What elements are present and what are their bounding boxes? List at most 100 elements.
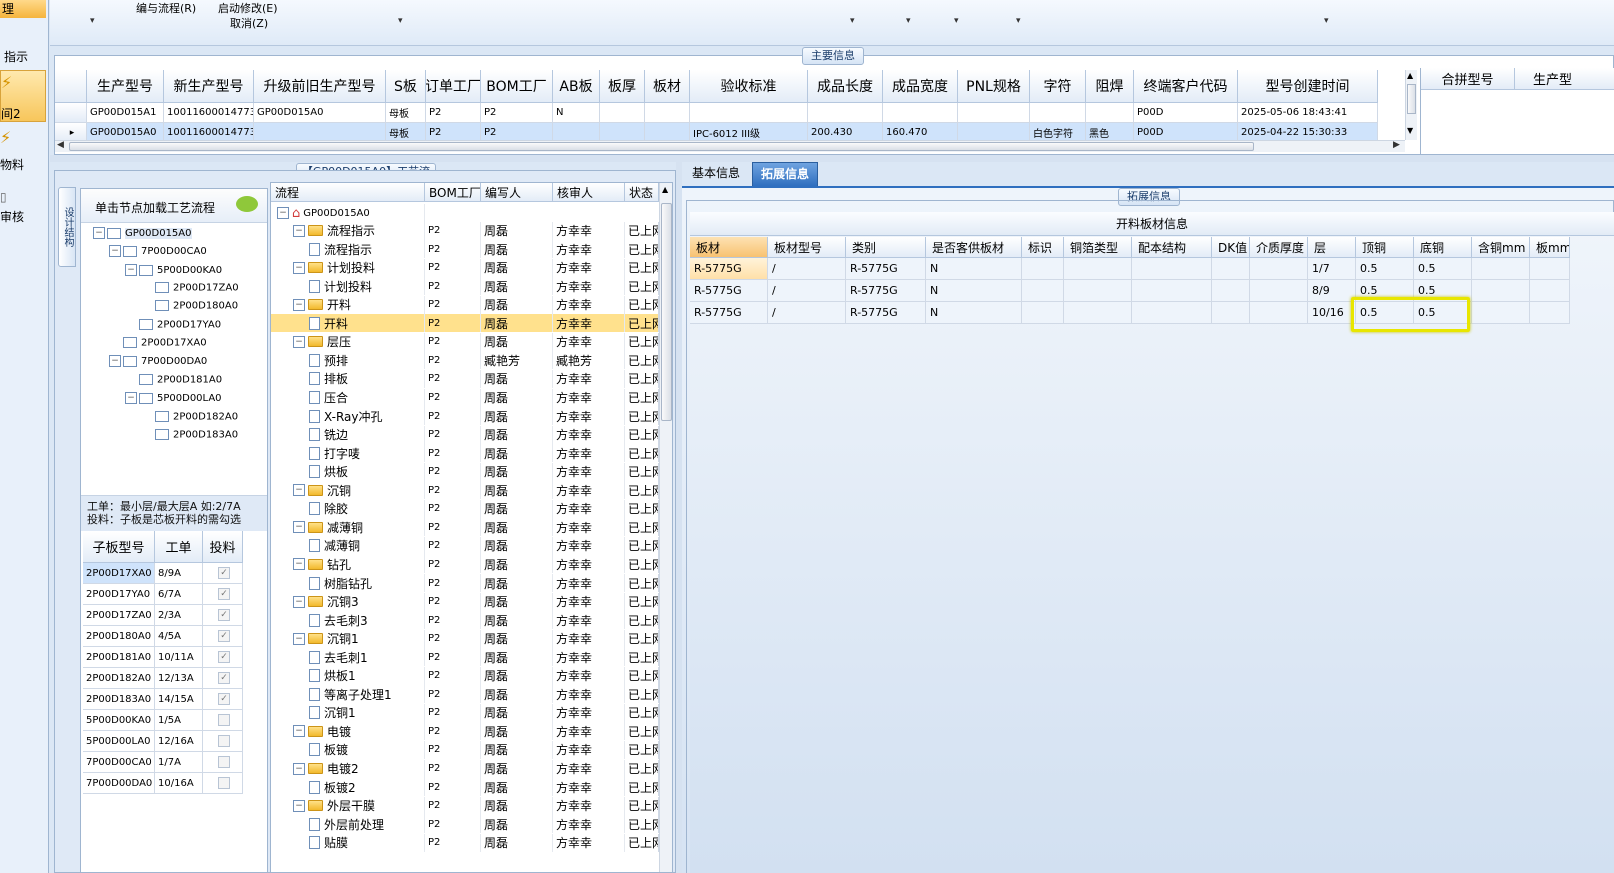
tab-extended-info[interactable]: 拓展信息 [752, 162, 818, 186]
flow-row[interactable]: 贴膜 P2周磊方幸幸已上网 [271, 833, 659, 852]
flow-vscroll[interactable]: ▲ [659, 183, 672, 872]
sub-board-row[interactable]: 2P00D183A0 14/15A ✓ [83, 689, 243, 710]
flow-col-header-1[interactable]: BOM工厂 [425, 183, 481, 202]
ext-col-header-8[interactable]: 介质厚度 [1250, 237, 1308, 258]
flow-row[interactable]: 板镀 P2周磊方幸幸已上网 [271, 740, 659, 759]
flow-row[interactable]: − 流程指示 P2周磊方幸幸已上网 [271, 221, 659, 240]
scroll-right-icon[interactable]: ▶ [1393, 140, 1400, 150]
ext-col-header-4[interactable]: 标识 [1022, 237, 1064, 258]
flow-row[interactable]: 外层前处理 P2周磊方幸幸已上网 [271, 815, 659, 834]
sub-col-header-0[interactable]: 子板型号 [83, 531, 155, 563]
col-header-14[interactable]: 阻焊 [1086, 70, 1134, 103]
expand-icon[interactable]: − [109, 355, 121, 367]
col-header-12[interactable]: PNL规格 [958, 70, 1030, 103]
sub-board-row[interactable]: 7P00D00DA0 10/16A [83, 773, 243, 794]
flow-row[interactable]: 减薄铜 P2周磊方幸幸已上网 [271, 536, 659, 555]
sub-board-row[interactable]: 2P00D17ZA0 2/3A ✓ [83, 605, 243, 626]
feed-checkbox[interactable]: ✓ [218, 630, 230, 642]
chat-bubble-icon[interactable] [236, 196, 258, 212]
flow-row[interactable]: 等离子处理1 P2周磊方幸幸已上网 [271, 685, 659, 704]
col-header-16[interactable]: 型号创建时间 [1238, 70, 1378, 103]
scroll-down-icon[interactable]: ▼ [1407, 126, 1413, 135]
vertical-scrollbar[interactable]: ▲ ▼ [1405, 70, 1417, 140]
flow-col-header-4[interactable]: 状态 [625, 183, 659, 202]
col-header-9[interactable]: 验收标准 [690, 70, 808, 103]
feed-checkbox[interactable] [218, 735, 230, 747]
splitter[interactable] [50, 155, 1614, 162]
flow-row[interactable]: − 钻孔 P2周磊方幸幸已上网 [271, 555, 659, 574]
flow-row[interactable]: 预排P2臧艳芳臧艳芳已上网 [271, 351, 659, 370]
ext-col-header-3[interactable]: 是否客供板材 [926, 237, 1022, 258]
col-header-11[interactable]: 成品宽度 [883, 70, 958, 103]
ext-col-header-5[interactable]: 铜箔类型 [1064, 237, 1132, 258]
tab-basic-info[interactable]: 基本信息 [684, 162, 748, 185]
dropdown-arrow-icon[interactable]: ▾ [90, 16, 95, 26]
feed-checkbox[interactable]: ✓ [218, 651, 230, 663]
ext-col-header-7[interactable]: DK值 [1212, 237, 1250, 258]
scroll-thumb[interactable] [661, 203, 672, 421]
sub-board-row[interactable]: 2P00D182A0 12/13A ✓ [83, 668, 243, 689]
dropdown-arrow-icon[interactable]: ▾ [906, 16, 911, 26]
sub-board-row[interactable]: 2P00D17XA0 8/9A ✓ [83, 563, 243, 584]
flow-row[interactable]: − 沉铜1 P2周磊方幸幸已上网 [271, 629, 659, 648]
flow-row[interactable]: 树脂钻孔 P2周磊方幸幸已上网 [271, 574, 659, 592]
dropdown-arrow-icon[interactable]: ▾ [1016, 16, 1021, 26]
sub-board-row[interactable]: 5P00D00LA0 12/16A [83, 731, 243, 752]
horizontal-scrollbar[interactable]: ◀ ▶ [55, 140, 1405, 152]
menu-edit-flow[interactable]: 编与流程(R) [136, 0, 196, 16]
scroll-thumb[interactable] [69, 142, 1254, 151]
flow-col-header-2[interactable]: 编写人 [481, 183, 553, 202]
feed-checkbox[interactable] [218, 714, 230, 726]
structure-node[interactable]: − 7P00D00CA0 [109, 245, 207, 257]
ext-col-header-2[interactable]: 类别 [846, 237, 926, 258]
flow-row[interactable]: 去毛刺1 P2周磊方幸幸已上网 [271, 648, 659, 667]
flow-row[interactable]: 板镀2 P2周磊方幸幸已上网 [271, 778, 659, 797]
scroll-up-icon[interactable]: ▲ [662, 185, 668, 194]
col-header-merge[interactable]: 合拼型号 [1421, 68, 1515, 90]
flow-row[interactable]: − 开料 P2周磊方幸幸已上网 [271, 295, 659, 314]
col-header-0[interactable]: 生产型号 [87, 70, 164, 103]
expand-icon[interactable]: − [125, 264, 137, 276]
collapse-icon[interactable]: − [293, 762, 305, 775]
col-header-4[interactable]: 订单工厂 [426, 70, 481, 103]
structure-node[interactable]: − GP00D015A0 [93, 227, 192, 239]
sub-col-header-2[interactable]: 投料 [203, 531, 243, 563]
nav-item-1[interactable]: 指示 [0, 48, 46, 68]
sub-col-header-1[interactable]: 工单 [155, 531, 203, 563]
menu-start-modify[interactable]: 启动修改(E) [218, 0, 278, 16]
scroll-left-icon[interactable]: ◀ [57, 140, 64, 150]
flow-row[interactable]: 烘板1 P2周磊方幸幸已上网 [271, 666, 659, 685]
flow-row[interactable]: − 层压 P2周磊方幸幸已上网 [271, 332, 659, 351]
flow-row[interactable]: 压合 P2周磊方幸幸已上网 [271, 388, 659, 407]
flow-row[interactable]: 打字唛 P2周磊方幸幸已上网 [271, 444, 659, 463]
ext-col-header-10[interactable]: 顶铜 [1356, 237, 1414, 258]
scroll-thumb[interactable] [1407, 84, 1416, 114]
flow-row[interactable]: − 外层干膜 P2周磊方幸幸已上网 [271, 796, 659, 815]
collapse-icon[interactable]: − [293, 521, 305, 534]
menu-cancel[interactable]: 取消(Z) [230, 15, 268, 31]
structure-node[interactable]: − 5P00D00KA0 [125, 264, 222, 276]
ext-col-header-9[interactable]: 层 [1308, 237, 1356, 258]
sub-board-row[interactable]: 2P00D181A0 10/11A ✓ [83, 647, 243, 668]
row-indicator[interactable] [55, 103, 87, 123]
col-header-8[interactable]: 板材 [645, 70, 690, 103]
sub-board-row[interactable]: 7P00D00CA0 1/7A [83, 752, 243, 773]
flow-row[interactable]: − 减薄铜 P2周磊方幸幸已上网 [271, 518, 659, 537]
flow-row[interactable]: − 计划投料 P2周磊方幸幸已上网 [271, 258, 659, 277]
scroll-up-icon[interactable]: ▲ [1407, 71, 1413, 80]
collapse-icon[interactable]: − [293, 632, 305, 645]
structure-node[interactable]: 2P00D180A0 [141, 300, 238, 312]
collapse-icon[interactable]: − [293, 298, 305, 311]
flow-row[interactable]: 除胶 P2周磊方幸幸已上网 [271, 499, 659, 518]
feed-checkbox[interactable]: ✓ [218, 672, 230, 684]
collapse-icon[interactable]: − [277, 207, 289, 219]
ext-col-header-0[interactable]: 板材 [690, 237, 768, 258]
structure-node[interactable]: − 5P00D00LA0 [125, 392, 222, 404]
collapse-icon[interactable]: − [293, 725, 305, 738]
col-header-2[interactable]: 升级前旧生产型号 [254, 70, 386, 103]
flow-row[interactable]: − 电镀2 P2周磊方幸幸已上网 [271, 759, 659, 778]
col-header-7[interactable]: 板厚 [600, 70, 645, 103]
flow-row[interactable]: 计划投料 P2周磊方幸幸已上网 [271, 277, 659, 296]
ext-row[interactable]: R-5775G / R-5775G N 1/7 0.5 0.5 [690, 258, 1570, 280]
flow-row[interactable]: 去毛刺3 P2周磊方幸幸已上网 [271, 611, 659, 630]
